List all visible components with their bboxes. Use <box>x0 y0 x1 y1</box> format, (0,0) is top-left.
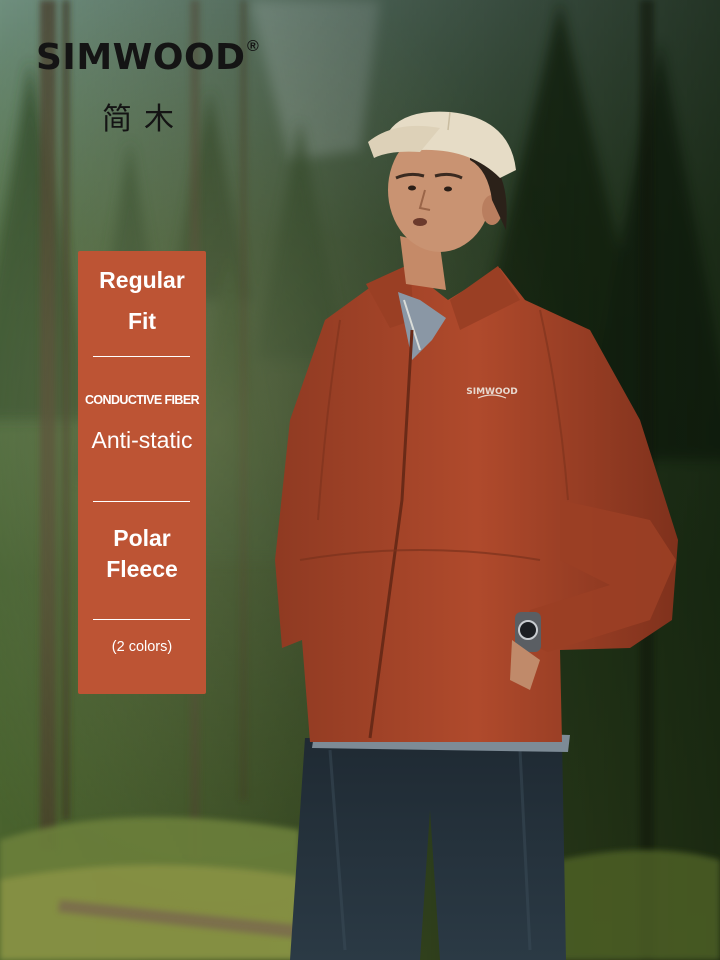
material-line-1: Polar <box>113 525 171 551</box>
anti-static-label: Anti-static <box>91 427 193 453</box>
divider <box>93 501 190 502</box>
feature-panel: Regular Fit CONDUCTIVE FIBER Anti-static… <box>78 251 206 694</box>
jacket-chest-logo: SIMWOOD <box>466 387 518 399</box>
material-line-2: Fleece <box>106 556 178 582</box>
divider <box>93 619 190 620</box>
brand-logo: SIMWOOD ® 简木 <box>36 37 266 138</box>
divider <box>93 356 190 357</box>
fit-line-1: Regular <box>99 267 185 293</box>
conductive-fiber-label: CONDUCTIVE FIBER <box>84 393 200 407</box>
brand-name: SIMWOOD <box>36 37 246 78</box>
colors-note: (2 colors) <box>111 639 173 655</box>
brand-chinese-name: 简木 <box>102 102 186 137</box>
fit-line-2: Fit <box>127 308 157 334</box>
registered-mark: ® <box>247 38 259 55</box>
